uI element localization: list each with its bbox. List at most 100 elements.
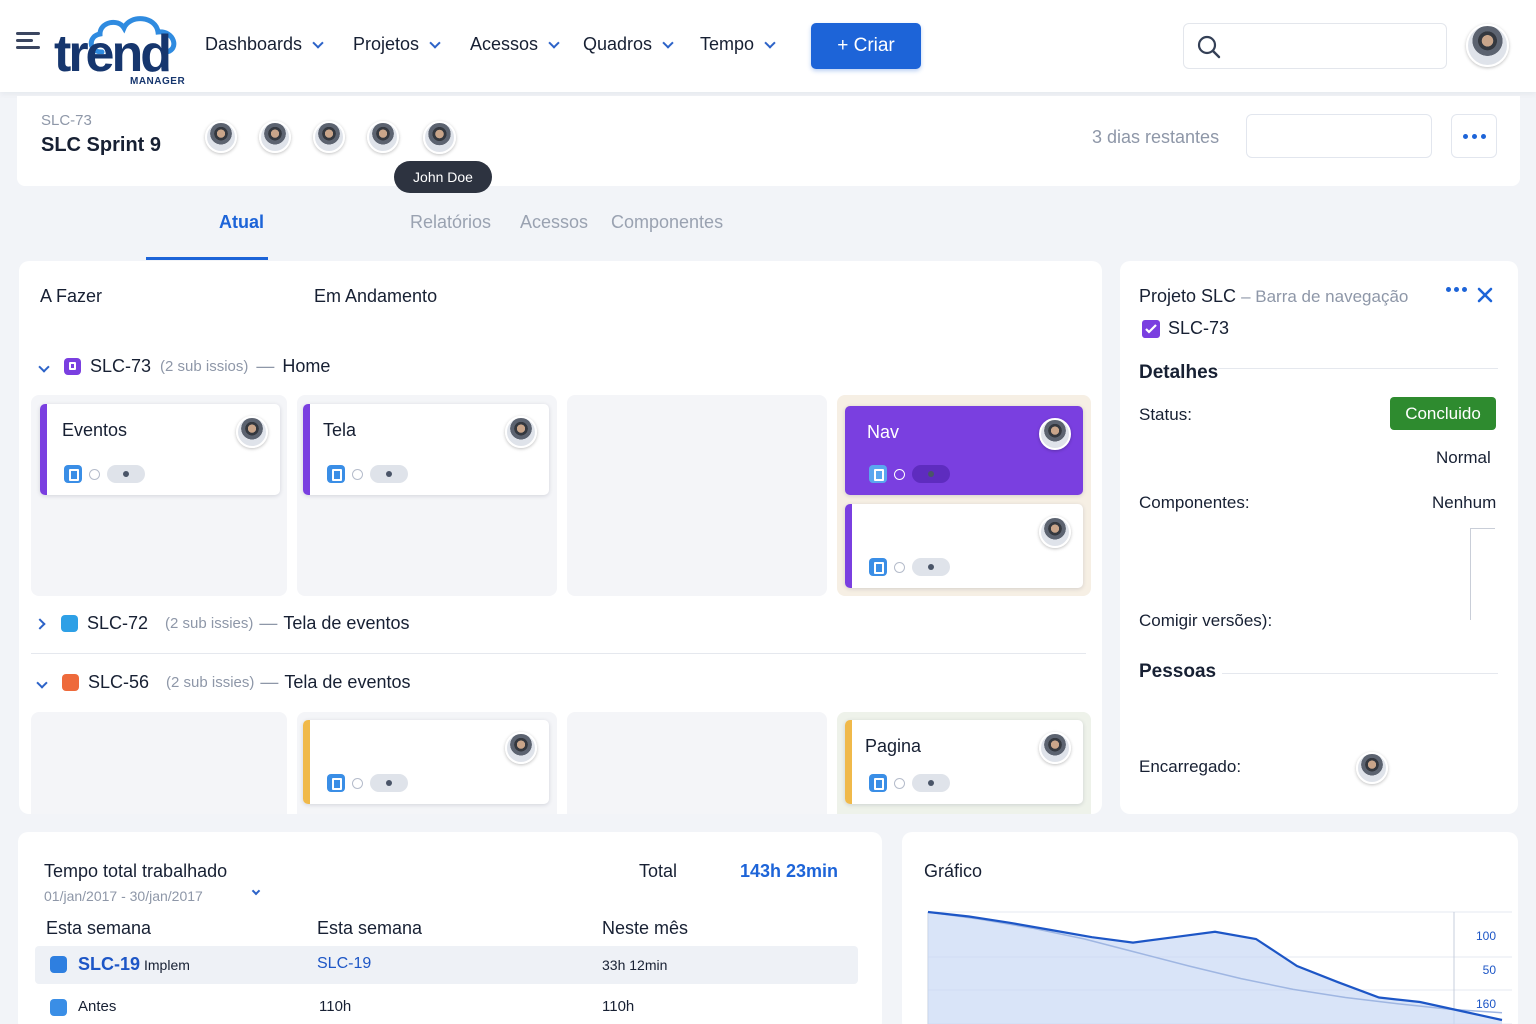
priority-badge [912, 558, 950, 576]
status-badge[interactable]: Concluido [1390, 397, 1496, 430]
chevron-down-icon[interactable] [36, 676, 48, 689]
tab-acessos[interactable]: Acessos [520, 212, 588, 233]
task-card-nav[interactable]: Nav [845, 406, 1083, 495]
issue-key: SLC-56 [88, 672, 150, 692]
issue-group-slc-72[interactable]: SLC-72 (2 sub issies) — Tela de eventos [34, 613, 410, 634]
checkbox-icon [1142, 320, 1160, 338]
dash: — [259, 613, 278, 633]
member-avatar[interactable] [259, 121, 291, 153]
card-meta [64, 465, 145, 483]
task-card-subtask[interactable] [845, 504, 1083, 588]
row-key: Antes [78, 998, 117, 1015]
assignee-avatar[interactable] [1039, 732, 1071, 764]
member-avatar[interactable] [313, 121, 345, 153]
priority-badge [912, 465, 950, 483]
status-circle-icon [894, 777, 905, 789]
nav-tempo[interactable]: Tempo [700, 34, 776, 55]
chevron-down-icon [548, 36, 560, 49]
task-card-tela[interactable]: Tela [303, 404, 549, 495]
member-avatar[interactable] [367, 121, 399, 153]
nav-quadros[interactable]: Quadros [583, 34, 674, 55]
issue-key: SLC-73 [90, 356, 152, 376]
date-range[interactable]: 01/jan/2017 - 30/jan/2017 [44, 888, 203, 904]
board-panel: A Fazer Em Andamento SLC-73 (2 sub issio… [19, 261, 1102, 814]
sub-issue-count: (2 sub issies) [166, 674, 255, 691]
task-card[interactable] [303, 720, 549, 804]
components-value[interactable]: Nenhum [1432, 493, 1496, 513]
member-avatar[interactable] [205, 121, 237, 153]
card-color-bar [303, 720, 310, 804]
detail-title: Projeto SLC – Barra de navegação [1139, 286, 1408, 307]
tab-atual[interactable]: Atual [219, 212, 264, 233]
column-review [567, 395, 827, 596]
issue-group-slc-56[interactable]: SLC-56 (2 sub issies) — Tela de eventos [36, 672, 411, 693]
assignee-avatar[interactable] [236, 416, 268, 448]
table-row[interactable]: Antes 110h 110h [35, 992, 858, 1024]
issue-title: Tela de eventos [283, 613, 410, 633]
row-week[interactable]: SLC-19 [317, 955, 371, 973]
search-input[interactable] [1183, 23, 1447, 69]
task-card-pagina[interactable]: Pagina [845, 720, 1083, 804]
chevron-down-icon [764, 36, 776, 49]
card-color-bar [845, 720, 852, 804]
versions-label: Comigir versões): [1139, 611, 1273, 630]
create-button[interactable]: + Criar [811, 23, 921, 69]
issue-title: Tela de eventos [284, 672, 411, 692]
chevron-down-icon [662, 36, 674, 49]
card-title: Eventos [62, 420, 128, 440]
dash: — [256, 356, 275, 376]
table-row[interactable]: SLC-19 Implem SLC-19 33h 12min [35, 946, 858, 984]
y-tick-label: 100 [1476, 929, 1496, 943]
task-card-eventos[interactable]: Eventos [40, 404, 280, 495]
nav-dashboards[interactable]: Dashboards [205, 34, 324, 55]
search-icon [1197, 35, 1221, 59]
chevron-right-icon[interactable] [34, 617, 46, 630]
assignee-avatar[interactable] [1039, 418, 1071, 450]
user-avatar[interactable] [1466, 24, 1509, 67]
dash: — [260, 672, 279, 692]
card-color-bar [40, 404, 47, 495]
card-meta [327, 774, 408, 792]
task-type-icon [869, 465, 887, 483]
issue-key: SLC-72 [87, 613, 149, 633]
issue-detail-panel: Projeto SLC – Barra de navegação SLC-73 … [1120, 261, 1518, 814]
y-tick-label: 50 [1483, 963, 1497, 977]
nav-acessos[interactable]: Acessos [470, 34, 560, 55]
issue-group-slc-73[interactable]: SLC-73 (2 sub issios) — Home [38, 356, 330, 377]
divider [1218, 368, 1498, 369]
trend-manager-logo[interactable]: trend MANAGER [54, 14, 186, 88]
assignee-avatar[interactable] [505, 732, 537, 764]
menu-icon[interactable] [16, 32, 40, 50]
nav-label: Tempo [700, 34, 755, 54]
chevron-down-icon[interactable] [38, 360, 50, 373]
nav-label: Quadros [583, 34, 653, 54]
priority-badge [370, 465, 408, 483]
assignee-avatar[interactable] [1039, 516, 1071, 548]
more-options-button[interactable] [1451, 114, 1497, 158]
avatar-tooltip: John Doe [394, 161, 492, 193]
priority-badge [370, 774, 408, 792]
chevron-down-icon[interactable] [251, 886, 261, 896]
chevron-down-icon [429, 36, 441, 49]
row-key[interactable]: SLC-19 [78, 954, 140, 975]
card-color-bar [845, 504, 852, 588]
more-options-icon[interactable] [1446, 287, 1467, 292]
sprint-action-button[interactable] [1246, 114, 1432, 158]
issue-title: Home [282, 356, 331, 376]
tab-relatorios[interactable]: Relatórios [410, 212, 491, 233]
member-avatar[interactable] [423, 121, 456, 154]
assignee-avatar[interactable] [1356, 752, 1388, 784]
story-icon [50, 999, 67, 1016]
tab-componentes[interactable]: Componentes [611, 212, 723, 233]
card-meta [869, 558, 950, 576]
divider [31, 653, 1086, 654]
time-title: Tempo total trabalhado [44, 861, 228, 881]
priority-value[interactable]: Normal [1436, 448, 1491, 468]
logo-wordmark: trend [54, 25, 172, 83]
close-icon[interactable] [1477, 287, 1493, 303]
assignee-avatar[interactable] [505, 416, 537, 448]
nav-projetos[interactable]: Projetos [353, 34, 441, 55]
priority-badge [912, 774, 950, 792]
column-todo [31, 712, 287, 814]
area-chart: 100 50 160 [927, 910, 1512, 1024]
